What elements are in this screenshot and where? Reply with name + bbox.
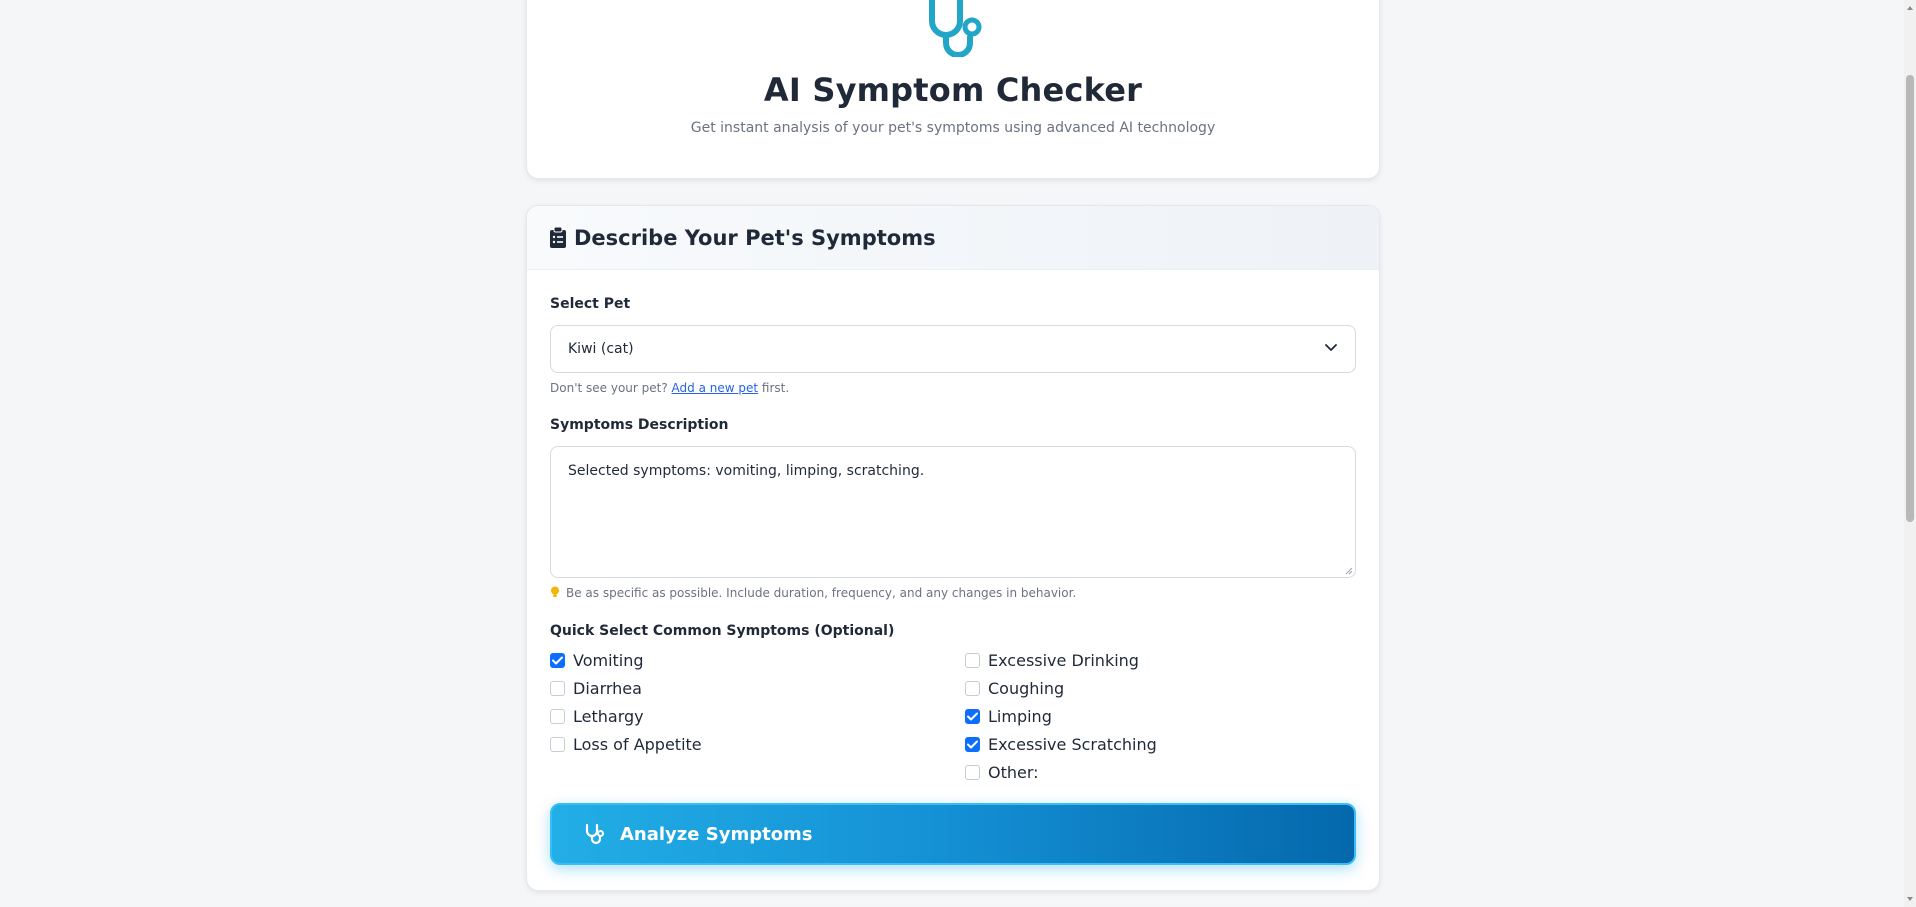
card-title: Describe Your Pet's Symptoms <box>574 225 936 250</box>
checkbox-checked[interactable] <box>965 709 980 724</box>
page-subtitle: Get instant analysis of your pet's sympt… <box>690 120 1216 136</box>
add-new-pet-link[interactable]: Add a new pet <box>672 381 759 395</box>
checkbox-label: Loss of Appetite <box>573 735 702 754</box>
form-card-header: Describe Your Pet's Symptoms <box>527 206 1379 270</box>
checkbox-unchecked[interactable] <box>965 681 980 696</box>
symptom-checkbox-item[interactable]: Coughing <box>965 679 1064 698</box>
check-icon <box>967 712 978 721</box>
analyze-button-label: Analyze Symptoms <box>620 823 813 845</box>
select-pet-label: Select Pet <box>550 296 631 312</box>
symptom-checkbox-item[interactable]: Limping <box>965 707 1052 726</box>
clipboard-list-icon <box>550 227 566 248</box>
scroll-up-icon[interactable] <box>1906 4 1914 12</box>
symptoms-hint-text: Be as specific as possible. Include dura… <box>566 586 1077 600</box>
checkbox-label: Lethargy <box>573 707 644 726</box>
checkbox-unchecked[interactable] <box>550 709 565 724</box>
checkbox-label: Limping <box>988 707 1052 726</box>
symptoms-textarea[interactable]: Selected symptoms: vomiting, limping, sc… <box>550 446 1356 578</box>
symptoms-text: Selected symptoms: vomiting, limping, sc… <box>568 463 925 479</box>
chevron-down-icon <box>1325 344 1337 351</box>
stethoscope-icon <box>585 823 604 845</box>
symptom-checkbox-item[interactable]: Excessive Scratching <box>965 735 1157 754</box>
scrollbar-thumb[interactable] <box>1906 75 1914 522</box>
hint-suffix: first. <box>761 381 790 395</box>
check-icon <box>967 740 978 749</box>
checkbox-unchecked[interactable] <box>965 653 980 668</box>
checkbox-label: Excessive Scratching <box>988 735 1157 754</box>
quick-select-label: Quick Select Common Symptoms (Optional) <box>550 623 895 639</box>
symptom-form-card: Describe Your Pet's Symptoms Select Pet … <box>526 205 1380 891</box>
checkbox-checked[interactable] <box>965 737 980 752</box>
symptom-checkbox-item[interactable]: Lethargy <box>550 707 644 726</box>
analyze-symptoms-button[interactable]: Analyze Symptoms <box>550 803 1356 865</box>
checkbox-label: Excessive Drinking <box>988 651 1139 670</box>
resize-grip-icon[interactable] <box>1345 567 1353 575</box>
symptom-checkbox-item[interactable]: Vomiting <box>550 651 644 670</box>
hint-prefix: Don't see your pet? <box>550 381 668 395</box>
symptoms-hint: Be as specific as possible. Include dura… <box>550 586 1076 600</box>
checkbox-label: Diarrhea <box>573 679 642 698</box>
symptom-checkbox-item[interactable]: Diarrhea <box>550 679 642 698</box>
scrollbar[interactable] <box>1904 0 1916 907</box>
scroll-down-icon[interactable] <box>1906 895 1914 903</box>
quick-select-checkboxes: Vomiting Diarrhea Lethargy Loss of Appetite… <box>550 651 1356 782</box>
checkbox-unchecked[interactable] <box>965 765 980 780</box>
symptom-checkbox-item[interactable]: Loss of Appetite <box>550 735 702 754</box>
symptoms-label: Symptoms Description <box>550 417 729 433</box>
header-card: AI Symptom Checker Get instant analysis … <box>526 0 1380 179</box>
lightbulb-icon <box>551 586 559 597</box>
checkbox-label: Vomiting <box>573 651 644 670</box>
checkbox-label: Other: <box>988 763 1039 782</box>
check-icon <box>552 656 563 665</box>
checkbox-checked[interactable] <box>550 653 565 668</box>
stethoscope-icon <box>929 0 982 57</box>
checkbox-label: Coughing <box>988 679 1065 698</box>
pet-select-value: Kiwi (cat) <box>568 341 634 357</box>
pet-select[interactable]: Kiwi (cat) <box>550 325 1356 373</box>
checkbox-unchecked[interactable] <box>550 737 565 752</box>
symptom-checkbox-item[interactable]: Other: <box>965 763 1039 782</box>
checkbox-unchecked[interactable] <box>550 681 565 696</box>
select-pet-hint: Don't see your pet? Add a new pet first. <box>550 381 789 395</box>
page-title: AI Symptom Checker <box>763 71 1143 109</box>
symptom-checkbox-item[interactable]: Excessive Drinking <box>965 651 1139 670</box>
